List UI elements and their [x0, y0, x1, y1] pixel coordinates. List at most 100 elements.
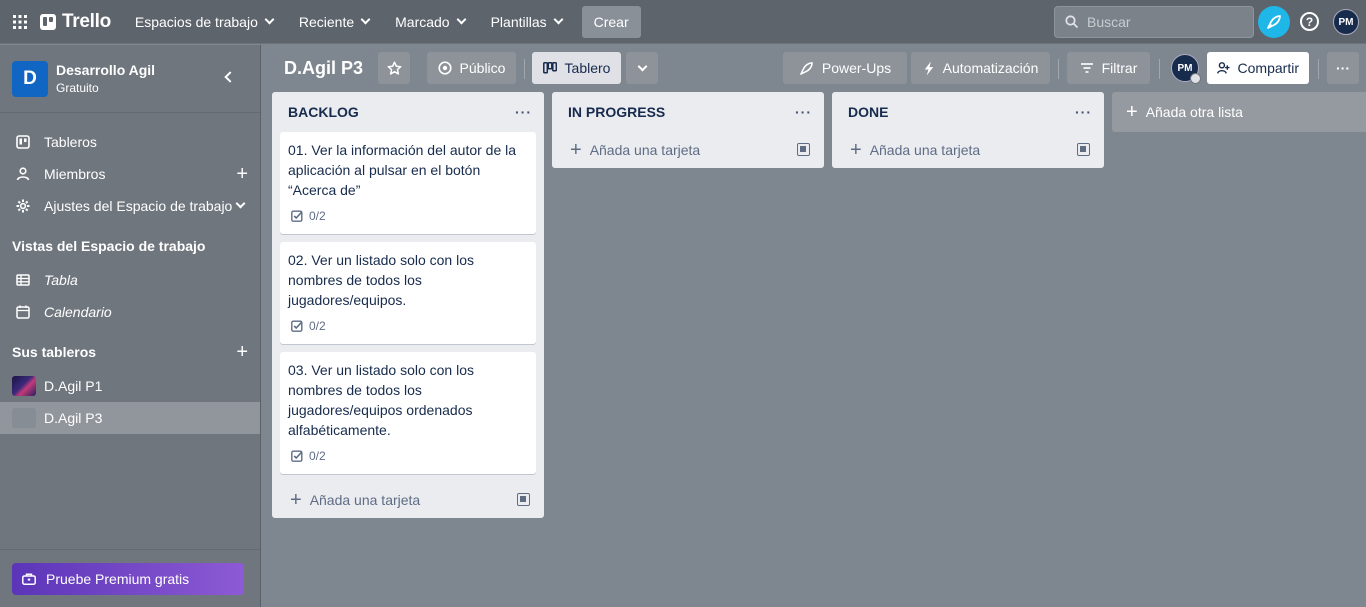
sidebar-item-label: Tabla: [44, 272, 78, 288]
nav-workspaces-dropdown[interactable]: Espacios de trabajo: [125, 6, 283, 38]
help-icon[interactable]: ?: [1300, 12, 1319, 31]
board-thumbnail: [12, 408, 36, 428]
gear-icon: [16, 199, 30, 213]
list-menu-icon[interactable]: ···: [1075, 104, 1092, 120]
list-done: DONE ··· + Añada una tarjeta: [832, 92, 1104, 168]
board-member-avatar[interactable]: PM: [1171, 54, 1201, 84]
board-menu-button[interactable]: ···: [1327, 52, 1359, 84]
add-member-icon[interactable]: +: [236, 164, 248, 184]
checklist-icon: [291, 210, 303, 222]
card[interactable]: 01. Ver la información del autor de la a…: [280, 132, 536, 234]
card-template-icon[interactable]: [797, 143, 810, 156]
workspace-sidebar: D Desarrollo Agil Gratuito Tableros Miem…: [0, 45, 261, 607]
sidebar-item-label: Calendario: [44, 304, 112, 320]
workspace-header: D Desarrollo Agil Gratuito: [0, 45, 260, 113]
nav-recent-dropdown[interactable]: Reciente: [289, 6, 379, 38]
sidebar-item-members[interactable]: Miembros +: [0, 158, 260, 190]
workspace-badge: D: [12, 60, 48, 97]
nav-templates-dropdown[interactable]: Plantillas: [481, 6, 572, 38]
plus-icon: +: [850, 139, 862, 161]
admin-badge-icon: [1190, 73, 1201, 84]
top-navigation-bar: Trello Espacios de trabajo Reciente Marc…: [0, 0, 1366, 44]
list-title[interactable]: IN PROGRESS: [552, 92, 824, 132]
list-menu-icon[interactable]: ···: [515, 104, 532, 120]
chevron-down-icon: [235, 198, 246, 209]
add-card-button[interactable]: + Añada una tarjeta: [272, 482, 544, 518]
checklist-icon: [291, 320, 303, 332]
premium-trial-button[interactable]: Pruebe Premium gratis: [12, 563, 244, 595]
user-avatar[interactable]: PM: [1333, 9, 1359, 35]
add-person-icon: [1217, 62, 1230, 74]
add-card-button[interactable]: + Añada una tarjeta: [832, 132, 1104, 168]
create-button[interactable]: Crear: [581, 5, 641, 38]
board-view-button[interactable]: Tablero: [532, 52, 621, 84]
card-title: 01. Ver la información del autor de la a…: [288, 142, 517, 198]
checklist-count: 0/2: [309, 319, 326, 333]
nav-recent-label: Reciente: [298, 13, 355, 30]
list-in-progress: IN PROGRESS ··· + Añada una tarjeta: [552, 92, 824, 168]
trello-logo[interactable]: Trello: [40, 11, 111, 33]
views-heading: Vistas del Espacio de trabajo: [12, 238, 206, 254]
chevron-down-icon: [264, 14, 275, 25]
chevron-down-icon: [456, 14, 467, 25]
nav-starred-dropdown[interactable]: Marcado: [385, 6, 474, 38]
chevron-down-icon: [360, 14, 371, 25]
card[interactable]: 03. Ver un listado solo con los nombres …: [280, 352, 536, 474]
board-view-label: Tablero: [564, 60, 611, 76]
nav-workspaces-label: Espacios de trabajo: [134, 13, 258, 30]
visibility-button[interactable]: Público: [427, 52, 516, 84]
person-icon: [16, 167, 30, 181]
sidebar-board-label: D.Agil P1: [44, 378, 103, 394]
rocket-icon: [800, 61, 813, 75]
share-label: Compartir: [1237, 60, 1299, 76]
list-menu-icon[interactable]: ···: [795, 104, 812, 120]
plus-icon: +: [1126, 101, 1138, 123]
board-icon: [542, 62, 557, 74]
add-list-label: Añada otra lista: [1145, 104, 1243, 120]
calendar-icon: [16, 305, 30, 319]
add-board-icon[interactable]: +: [236, 342, 248, 362]
filter-button[interactable]: Filtrar: [1067, 52, 1150, 84]
visibility-label: Público: [459, 60, 506, 76]
sidebar-item-table-view[interactable]: Tabla: [0, 264, 260, 296]
checklist-count: 0/2: [309, 209, 326, 223]
member-initials: PM: [1177, 62, 1193, 74]
rocket-icon: [1267, 15, 1281, 29]
sidebar-board-p1[interactable]: D.Agil P1: [0, 370, 260, 402]
nav-starred-label: Marcado: [395, 13, 450, 30]
add-list-button[interactable]: + Añada otra lista: [1112, 92, 1366, 132]
notifications-button[interactable]: [1258, 6, 1290, 38]
search-input[interactable]: Buscar: [1054, 6, 1254, 38]
header-divider: [524, 59, 525, 79]
add-card-label: Añada una tarjeta: [309, 492, 421, 508]
sidebar-item-boards[interactable]: Tableros: [0, 126, 260, 158]
lightning-icon: [924, 60, 933, 76]
add-card-label: Añada una tarjeta: [589, 142, 701, 158]
sidebar-item-calendar-view[interactable]: Calendario: [0, 296, 260, 328]
board-title[interactable]: D.Agil P3: [284, 58, 363, 79]
plus-icon: +: [290, 489, 302, 511]
switch-view-button[interactable]: [626, 52, 658, 84]
card[interactable]: 02. Ver un listado solo con los nombres …: [280, 242, 536, 344]
briefcase-icon: [22, 573, 36, 585]
header-divider: [1318, 59, 1319, 79]
filter-label: Filtrar: [1101, 60, 1138, 76]
sidebar-board-p3[interactable]: D.Agil P3: [0, 402, 260, 434]
search-placeholder: Buscar: [1087, 14, 1131, 30]
share-button[interactable]: Compartir: [1207, 52, 1309, 84]
sidebar-item-settings[interactable]: Ajustes del Espacio de trabajo: [0, 190, 260, 222]
app-switcher-icon[interactable]: [0, 0, 40, 44]
add-card-button[interactable]: + Añada una tarjeta: [552, 132, 824, 168]
checklist-count: 0/2: [309, 449, 326, 463]
card-template-icon[interactable]: [1077, 143, 1090, 156]
table-icon: [16, 273, 30, 287]
workspace-name[interactable]: Desarrollo Agil: [56, 62, 155, 78]
card-title: 02. Ver un listado solo con los nombres …: [288, 252, 475, 308]
card-template-icon[interactable]: [517, 493, 530, 506]
sidebar-item-label: Ajustes del Espacio de trabajo: [44, 198, 233, 214]
list-title[interactable]: BACKLOG: [272, 92, 544, 132]
star-board-button[interactable]: [378, 52, 410, 84]
automation-button[interactable]: Automatización: [911, 52, 1050, 84]
list-title[interactable]: DONE: [832, 92, 1104, 132]
powerups-button[interactable]: Power-Ups: [783, 52, 907, 84]
